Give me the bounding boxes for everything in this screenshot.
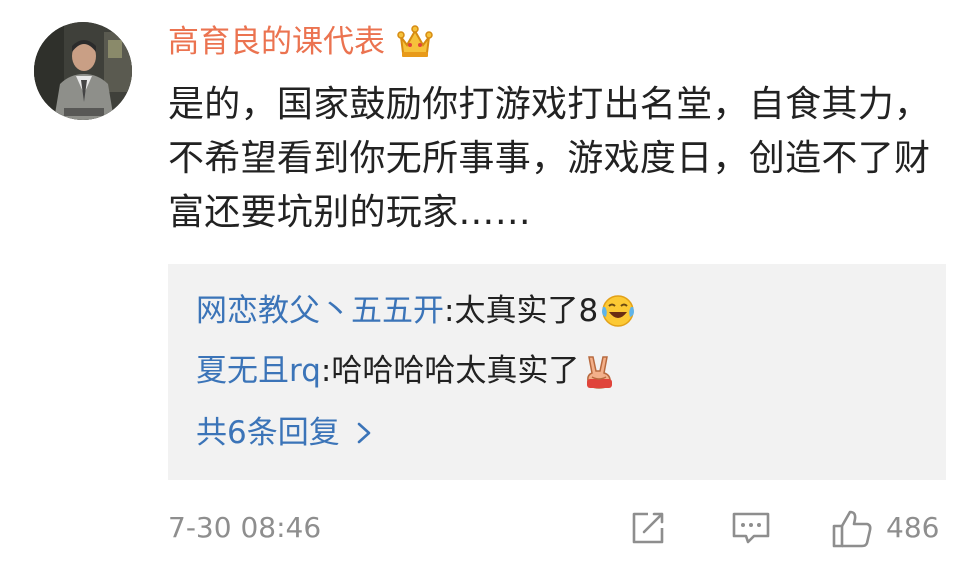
post-timestamp: 7-30 08:46 bbox=[168, 511, 322, 544]
like-button[interactable]: 486 bbox=[830, 506, 939, 550]
author-name-label: 高育良的课代表 bbox=[168, 24, 385, 60]
author-name[interactable]: 高育良的课代表 bbox=[168, 22, 435, 62]
comment-button[interactable] bbox=[730, 506, 772, 550]
reply-item[interactable]: 夏无且rq : 哈哈哈哈太真实了 bbox=[196, 348, 617, 394]
laugh-cry-emoji-icon bbox=[602, 295, 635, 327]
reply-author[interactable]: 夏无且rq bbox=[196, 348, 321, 394]
share-button[interactable] bbox=[628, 506, 668, 550]
like-count: 486 bbox=[886, 511, 940, 544]
victory-hand-emoji-icon bbox=[587, 356, 613, 389]
reply-separator: : bbox=[444, 293, 455, 329]
view-all-replies-label: 共6条回复 bbox=[196, 415, 340, 451]
avatar[interactable] bbox=[34, 22, 132, 120]
view-all-replies-link[interactable]: 共6条回复 bbox=[196, 410, 374, 456]
share-icon bbox=[632, 512, 664, 544]
replies-panel[interactable]: 网恋教父丶五五开 : 太真实了8 夏无且rq : 哈哈哈哈太真实了 共6条回复 bbox=[168, 264, 946, 480]
post-content: 是的，国家鼓励你打游戏打出名堂，自食其力，不希望看到你无所事事，游戏度日，创造不… bbox=[168, 84, 931, 233]
reply-separator: : bbox=[320, 353, 332, 389]
chevron-right-icon bbox=[357, 422, 371, 444]
reply-text: 哈哈哈哈太真实了 bbox=[331, 353, 580, 389]
reply-author[interactable]: 网恋教父丶五五开 bbox=[196, 288, 444, 334]
crown-icon bbox=[397, 25, 433, 57]
thumbs-up-icon bbox=[832, 510, 872, 548]
reply-item[interactable]: 网恋教父丶五五开 : 太真实了8 bbox=[196, 288, 636, 334]
comment-icon bbox=[732, 512, 770, 544]
reply-text: 太真实了8 bbox=[454, 293, 599, 329]
